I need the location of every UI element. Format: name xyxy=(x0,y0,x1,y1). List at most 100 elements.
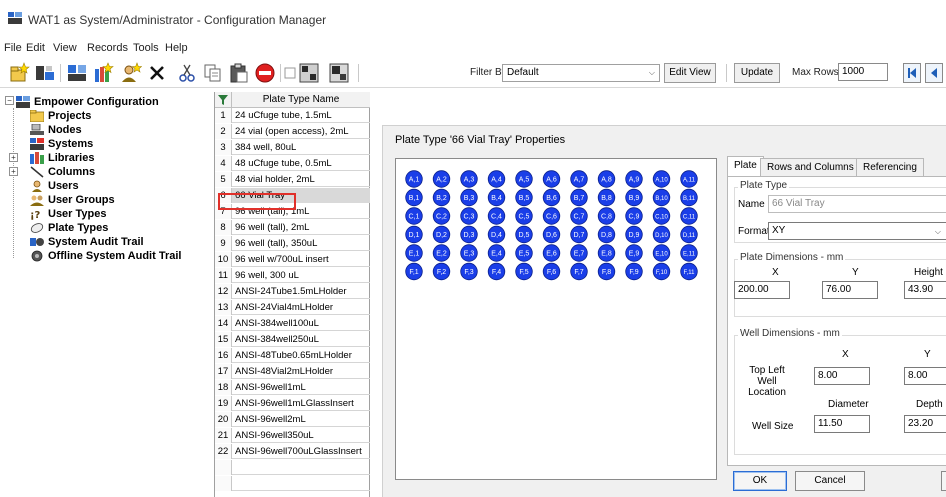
ok-button[interactable]: OK xyxy=(733,471,787,491)
tree-item-columns[interactable]: Columns xyxy=(30,165,95,178)
row-number[interactable]: 21 xyxy=(215,428,232,443)
view-tree-icon[interactable] xyxy=(328,62,350,84)
new-user-icon[interactable] xyxy=(120,62,142,84)
row-number[interactable]: 14 xyxy=(215,316,232,331)
row-number[interactable]: 13 xyxy=(215,300,232,315)
expand-icon[interactable]: + xyxy=(9,167,18,176)
tab-referencing[interactable]: Referencing xyxy=(856,158,924,176)
view-table-icon[interactable] xyxy=(298,62,320,84)
row-number[interactable]: 22 xyxy=(215,444,232,459)
tree-item-system-audit-trail[interactable]: System Audit Trail xyxy=(30,235,144,248)
plate-x-input[interactable]: 200.00 xyxy=(734,281,790,299)
row-number[interactable]: 2 xyxy=(215,124,232,139)
table-row[interactable]: 17 ANSI-48Vial2mLHolder xyxy=(215,364,370,379)
plate-type-name-cell[interactable]: ANSI-96well700uLGlassInsert xyxy=(235,444,362,459)
plate-type-name-cell[interactable]: ANSI-24Vial4mLHolder xyxy=(235,300,333,315)
table-row[interactable]: 5 48 vial holder, 2mL xyxy=(215,172,370,187)
plate-type-name-cell[interactable]: ANSI-48Vial2mLHolder xyxy=(235,364,333,379)
grid-corner[interactable] xyxy=(215,92,232,108)
table-row[interactable]: 14 ANSI-384well100uL xyxy=(215,316,370,331)
row-number[interactable]: 8 xyxy=(215,220,232,235)
plate-type-name-cell[interactable]: ANSI-96well350uL xyxy=(235,428,314,443)
tree-item-plate-types[interactable]: Plate Types xyxy=(30,221,108,234)
row-number[interactable]: 4 xyxy=(215,156,232,171)
plate-type-name-cell[interactable]: ANSI-96well1mLGlassInsert xyxy=(235,396,354,411)
column-header-plate-type-name[interactable]: Plate Type Name xyxy=(232,94,370,105)
collapse-icon[interactable]: − xyxy=(5,96,14,105)
plate-type-name-cell[interactable]: ANSI-384well100uL xyxy=(235,316,319,331)
plate-type-name-cell[interactable]: ANSI-96well1mL xyxy=(235,380,306,395)
table-row[interactable]: 9 96 well (tall), 350uL xyxy=(215,236,370,251)
new-node-icon[interactable] xyxy=(34,62,56,84)
row-number[interactable]: 12 xyxy=(215,284,232,299)
name-input[interactable]: 66 Vial Tray xyxy=(768,195,946,213)
plate-type-name-cell[interactable]: ANSI-24Tube1.5mLHolder xyxy=(235,284,347,299)
table-row[interactable]: 15 ANSI-384well250uL xyxy=(215,332,370,347)
delete-icon[interactable] xyxy=(146,62,168,84)
plate-type-name-cell[interactable]: 48 vial holder, 2mL xyxy=(235,172,315,187)
table-row[interactable]: 20 ANSI-96well2mL xyxy=(215,412,370,427)
plate-type-name-cell[interactable]: 96 well (tall), 350uL xyxy=(235,236,317,251)
plate-type-name-cell[interactable]: 24 vial (open access), 2mL xyxy=(235,124,349,139)
row-number[interactable]: 10 xyxy=(215,252,232,267)
menu-tools[interactable]: Tools xyxy=(133,42,159,54)
top-left-y-input[interactable]: 8.00 xyxy=(904,367,946,385)
table-row[interactable]: 8 96 well (tall), 2mL xyxy=(215,220,370,235)
row-number[interactable]: 5 xyxy=(215,172,232,187)
plate-y-input[interactable]: 76.00 xyxy=(822,281,878,299)
plate-type-name-cell[interactable]: 24 uCfuge tube, 1.5mL xyxy=(235,108,332,123)
tree-item-nodes[interactable]: Nodes xyxy=(30,123,82,136)
tree-item-user-groups[interactable]: User Groups xyxy=(30,193,115,206)
filter-by-select[interactable]: Default ⌵ xyxy=(502,64,660,82)
table-row[interactable]: 1 24 uCfuge tube, 1.5mL xyxy=(215,108,370,123)
paste-icon[interactable] xyxy=(228,62,250,84)
table-row[interactable]: 4 48 uCfuge tube, 0.5mL xyxy=(215,156,370,171)
format-select[interactable]: XY ⌵ xyxy=(768,222,946,240)
plate-type-name-cell[interactable]: ANSI-48Tube0.65mLHolder xyxy=(235,348,352,363)
update-button[interactable]: Update xyxy=(734,63,780,83)
table-row[interactable]: 12 ANSI-24Tube1.5mLHolder xyxy=(215,284,370,299)
help-button[interactable] xyxy=(941,471,946,491)
plate-type-name-cell[interactable]: ANSI-384well250uL xyxy=(235,332,319,347)
table-row[interactable]: 19 ANSI-96well1mLGlassInsert xyxy=(215,396,370,411)
table-row[interactable]: 21 ANSI-96well350uL xyxy=(215,428,370,443)
tree-item-libraries[interactable]: Libraries xyxy=(30,151,94,164)
plate-type-name-cell[interactable]: ANSI-96well2mL xyxy=(235,412,306,427)
top-left-x-input[interactable]: 8.00 xyxy=(814,367,870,385)
checkbox-icon[interactable] xyxy=(284,62,296,84)
table-row[interactable]: 16 ANSI-48Tube0.65mLHolder xyxy=(215,348,370,363)
row-number[interactable]: 1 xyxy=(215,108,232,123)
cancel-button[interactable]: Cancel xyxy=(795,471,865,491)
new-library-icon[interactable] xyxy=(92,62,114,84)
cut-icon[interactable] xyxy=(176,62,198,84)
tree-item-users[interactable]: Users xyxy=(30,179,79,192)
table-row[interactable]: 10 96 well w/700uL insert xyxy=(215,252,370,267)
tree-root[interactable]: Empower Configuration xyxy=(16,95,159,108)
well-depth-input[interactable]: 23.20 xyxy=(904,415,946,433)
menu-records[interactable]: Records xyxy=(87,42,128,54)
table-row[interactable]: 2 24 vial (open access), 2mL xyxy=(215,124,370,139)
row-number[interactable]: 9 xyxy=(215,236,232,251)
plate-type-name-cell[interactable]: 384 well, 80uL xyxy=(235,140,296,155)
row-number[interactable]: 19 xyxy=(215,396,232,411)
new-project-icon[interactable] xyxy=(8,62,30,84)
new-system-icon[interactable] xyxy=(66,62,88,84)
previous-record-button[interactable] xyxy=(925,63,943,83)
table-row[interactable]: 22 ANSI-96well700uLGlassInsert xyxy=(215,444,370,459)
tab-plate[interactable]: Plate xyxy=(727,156,764,176)
table-row[interactable]: 18 ANSI-96well1mL xyxy=(215,380,370,395)
max-rows-input[interactable]: 1000 xyxy=(838,63,888,81)
row-number[interactable]: 16 xyxy=(215,348,232,363)
plate-type-name-cell[interactable]: 48 uCfuge tube, 0.5mL xyxy=(235,156,332,171)
stop-icon[interactable] xyxy=(254,62,276,84)
plate-type-name-cell[interactable]: 96 well w/700uL insert xyxy=(235,252,329,267)
plate-type-name-cell[interactable]: 96 well (tall), 2mL xyxy=(235,220,309,235)
first-record-button[interactable] xyxy=(903,63,921,83)
tree-item-projects[interactable]: Projects xyxy=(30,109,91,122)
tree-item-systems[interactable]: Systems xyxy=(30,137,93,150)
row-number[interactable]: 17 xyxy=(215,364,232,379)
menu-file[interactable]: File xyxy=(4,42,22,54)
copy-icon[interactable] xyxy=(202,62,224,84)
row-number[interactable]: 20 xyxy=(215,412,232,427)
row-number[interactable]: 18 xyxy=(215,380,232,395)
